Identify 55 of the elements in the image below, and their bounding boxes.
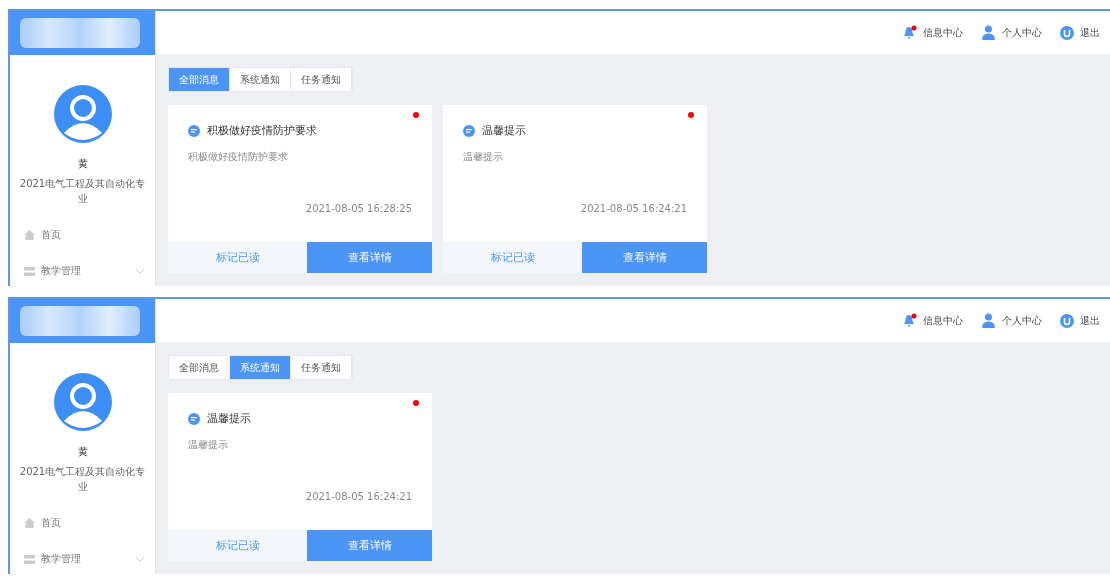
list-icon <box>24 266 35 276</box>
home-icon <box>24 230 35 240</box>
header-link[interactable]: 信息中心 <box>902 313 963 328</box>
menu-label: 教学管理 <box>41 552 82 566</box>
menu-item[interactable]: 教学管理 <box>24 264 144 278</box>
message-body: 温馨提示 <box>463 150 504 164</box>
header-link[interactable]: 退出 <box>1060 313 1100 328</box>
user-icon <box>981 25 996 40</box>
user-major: 2021电气工程及其自动化专业 <box>18 177 147 206</box>
header-link-label: 退出 <box>1080 313 1100 328</box>
view-details-button[interactable]: 查看详情 <box>307 242 432 273</box>
user-icon <box>981 313 996 328</box>
user-major: 2021电气工程及其自动化专业 <box>18 465 147 494</box>
view-details-button[interactable]: 查看详情 <box>582 242 707 273</box>
message-time: 2021-08-05 16:28:25 <box>304 203 412 214</box>
chat-bubble-icon <box>463 124 475 137</box>
message-title: 温馨提示 <box>482 123 526 138</box>
menu-label: 首页 <box>41 516 62 530</box>
user-name: 黄 <box>77 445 88 459</box>
chat-bubble-icon <box>188 124 200 137</box>
view-details-button[interactable]: 查看详情 <box>307 530 432 561</box>
chat-bubble-icon <box>188 412 200 425</box>
user-name: 黄 <box>77 157 88 171</box>
menu-item[interactable]: 首页 <box>24 516 144 530</box>
header-link-label: 退出 <box>1080 25 1100 40</box>
power-icon <box>1060 313 1074 328</box>
message-body: 温馨提示 <box>188 438 229 452</box>
menu-label: 首页 <box>41 228 62 242</box>
avatar-icon <box>53 85 112 143</box>
header-link-label: 个人中心 <box>1002 25 1042 40</box>
mark-read-button[interactable]: 标记已读 <box>168 530 307 561</box>
header-link-label: 信息中心 <box>923 313 963 328</box>
home-icon <box>24 518 35 528</box>
message-time: 2021-08-05 16:24:21 <box>304 491 412 502</box>
avatar-icon <box>53 373 112 431</box>
menu-label: 教学管理 <box>41 264 82 278</box>
tab[interactable]: 系统通知 <box>230 356 291 379</box>
header-link-label: 个人中心 <box>1002 313 1042 328</box>
message-title: 积极做好疫情防护要求 <box>207 123 317 138</box>
header-link[interactable]: 个人中心 <box>981 313 1042 328</box>
menu-item[interactable]: 首页 <box>24 228 144 242</box>
menu-item[interactable]: 教学管理 <box>24 552 144 566</box>
mark-read-button[interactable]: 标记已读 <box>443 242 582 273</box>
tab[interactable]: 全部消息 <box>169 68 230 91</box>
message-title: 温馨提示 <box>207 411 251 426</box>
message-time: 2021-08-05 16:24:21 <box>579 203 687 214</box>
list-icon <box>24 554 35 564</box>
header-link-label: 信息中心 <box>923 25 963 40</box>
header-link[interactable]: 退出 <box>1060 25 1100 40</box>
header-link[interactable]: 信息中心 <box>902 25 963 40</box>
message-body: 积极做好疫情防护要求 <box>188 150 289 164</box>
tab[interactable]: 全部消息 <box>169 356 230 379</box>
mark-read-button[interactable]: 标记已读 <box>168 242 307 273</box>
power-icon <box>1060 25 1074 40</box>
header-link[interactable]: 个人中心 <box>981 25 1042 40</box>
